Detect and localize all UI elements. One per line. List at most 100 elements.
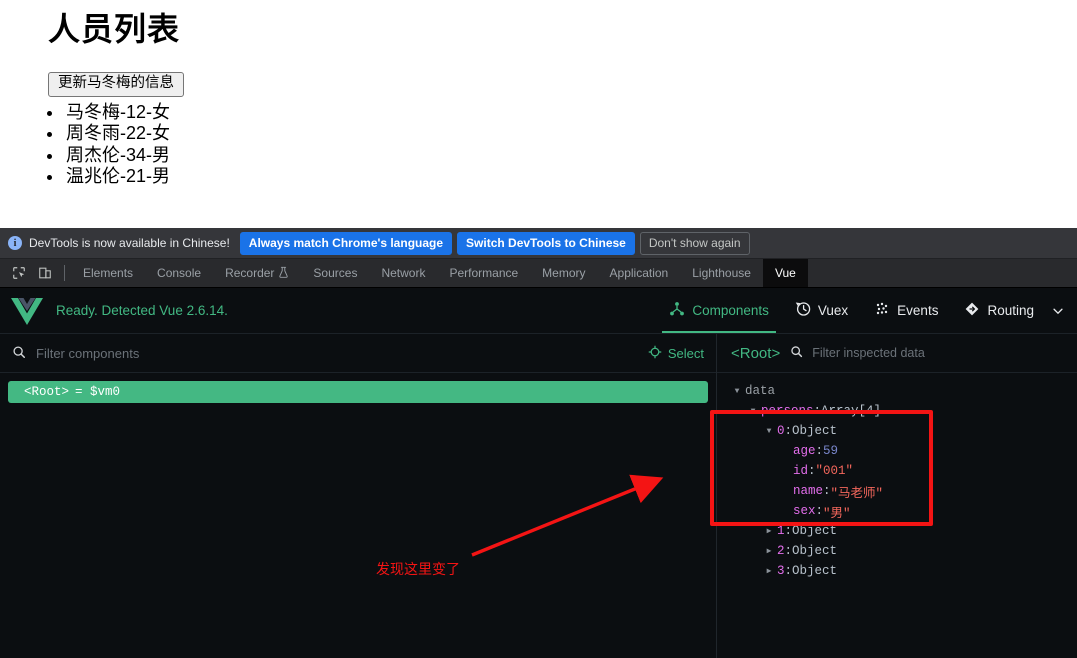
data-tree-value: 59 <box>823 444 839 458</box>
chevron-right-icon[interactable]: ▶ <box>763 546 775 556</box>
data-tree-key: 1 <box>777 524 785 538</box>
chevron-right-icon[interactable]: ▶ <box>763 566 775 576</box>
vue-nav-events[interactable]: Events <box>861 288 951 333</box>
tab-sources[interactable]: Sources <box>301 259 369 287</box>
vue-nav-components[interactable]: Components <box>656 288 782 333</box>
chevron-down-icon[interactable]: ▼ <box>731 387 743 396</box>
components-panel: Select <Root> = $vm0 <box>0 334 717 658</box>
chevron-right-icon[interactable]: ▶ <box>763 526 775 536</box>
device-toolbar-icon[interactable] <box>34 263 56 283</box>
tab-label: Recorder <box>225 266 275 280</box>
vue-status-text: Ready. Detected Vue 2.6.14. <box>56 303 228 318</box>
inspected-component-name: <Root> <box>731 344 781 362</box>
data-tree-row[interactable]: ▼id: "001" <box>717 461 1077 481</box>
vue-nav-label: Vuex <box>817 303 849 318</box>
component-tree: <Root> = $vm0 <box>0 373 716 658</box>
tab-label: Memory <box>542 266 586 280</box>
select-component-button[interactable]: Select <box>648 345 704 362</box>
data-tree-value: "马老师" <box>830 486 884 501</box>
devtools-tab-bar: Elements Console Recorder Sources Networ… <box>0 259 1077 288</box>
data-tree-row[interactable]: ▼ persons: Array[4] <box>717 401 1077 421</box>
chevron-down-icon[interactable]: ▼ <box>763 427 775 436</box>
data-tree-key: 0 <box>777 424 785 438</box>
chevron-down-icon[interactable]: ▼ <box>747 407 759 416</box>
person-list: 马冬梅-12-女 周冬雨-22-女 周杰伦-34-男 温兆伦-21-男 <box>64 102 1077 188</box>
banner-message: DevTools is now available in Chinese! <box>29 236 230 250</box>
data-tree-separator: : <box>823 484 831 498</box>
tab-performance[interactable]: Performance <box>437 259 530 287</box>
filter-inspected-data-input[interactable] <box>812 346 1065 360</box>
data-tree-row[interactable]: ▼ 0: Object <box>717 421 1077 441</box>
tab-label: Vue <box>774 266 796 280</box>
inspect-element-icon[interactable] <box>8 263 30 283</box>
data-tree-value: Array[4] <box>821 404 882 418</box>
update-person-button[interactable]: 更新马冬梅的信息 <box>48 72 184 97</box>
inspector-panel: <Root> ▼data▼persons: Array[4]▼0: Object… <box>717 334 1077 658</box>
tab-console[interactable]: Console <box>145 259 213 287</box>
vue-devtools-body: Select <Root> = $vm0 <Root> <box>0 334 1077 658</box>
data-tree-row[interactable]: ▼age: 59 <box>717 441 1077 461</box>
tab-recorder[interactable]: Recorder <box>213 259 301 287</box>
data-tree-row[interactable]: ▼sex: "男" <box>717 501 1077 521</box>
data-tree-key: 3 <box>777 564 785 578</box>
data-tree-row[interactable]: ▼name: "马老师" <box>717 481 1077 501</box>
tab-label: Application <box>609 266 669 280</box>
tab-elements[interactable]: Elements <box>71 259 145 287</box>
history-clock-icon <box>795 301 811 320</box>
vue-nav-routing[interactable]: Routing <box>951 288 1047 333</box>
vue-logo <box>10 296 44 326</box>
data-tree-value: "男" <box>823 506 851 521</box>
devtools-tool-icons <box>0 259 62 287</box>
data-tree-separator: : <box>784 564 793 578</box>
always-match-language-button[interactable]: Always match Chrome's language <box>239 231 453 255</box>
tab-vue[interactable]: Vue <box>762 259 808 287</box>
tab-label: Sources <box>313 266 358 280</box>
vue-nav-label: Events <box>897 303 939 318</box>
target-crosshair-icon <box>648 345 662 362</box>
devtools-language-banner: i DevTools is now available in Chinese! … <box>0 228 1077 259</box>
data-tree-separator: : <box>815 504 824 518</box>
data-tree-separator: : <box>813 404 822 418</box>
list-item: 周杰伦-34-男 <box>64 145 1077 167</box>
toolbar-divider <box>64 265 65 281</box>
vue-nav: Components Vuex Events Routing <box>656 288 1077 333</box>
dont-show-again-button[interactable]: Don't show again <box>639 231 750 255</box>
tab-lighthouse[interactable]: Lighthouse <box>680 259 763 287</box>
data-tree-value: Object <box>792 564 838 578</box>
data-tree-key: sex <box>793 504 816 518</box>
tab-label: Lighthouse <box>692 266 751 280</box>
tree-node-root[interactable]: <Root> = $vm0 <box>8 381 708 403</box>
data-tree-separator: : <box>784 424 793 438</box>
data-tree-row[interactable]: ▼ data <box>717 381 1077 401</box>
page-title: 人员列表 <box>48 11 181 47</box>
data-tree-value: Object <box>792 524 838 538</box>
data-tree-separator: : <box>815 444 824 458</box>
tab-memory[interactable]: Memory <box>530 259 597 287</box>
vue-nav-overflow-chevron-down-icon[interactable] <box>1047 288 1077 333</box>
data-tree-key: data <box>745 384 776 398</box>
switch-devtools-chinese-button[interactable]: Switch DevTools to Chinese <box>457 231 635 255</box>
search-icon <box>12 345 26 362</box>
data-tree-value: "001" <box>815 464 854 478</box>
tab-application[interactable]: Application <box>598 259 681 287</box>
data-tree-key: 2 <box>777 544 785 558</box>
tab-label: Elements <box>83 266 134 280</box>
data-tree-value: Object <box>792 544 838 558</box>
tab-network[interactable]: Network <box>369 259 437 287</box>
data-tree-value: Object <box>792 424 838 438</box>
vue-devtools-header: Ready. Detected Vue 2.6.14. Components V… <box>0 288 1077 334</box>
data-tree-row[interactable]: ▶ 2: Object <box>717 541 1077 561</box>
data-tree-key: persons <box>761 404 814 418</box>
data-tree-row[interactable]: ▶ 3: Object <box>717 561 1077 581</box>
browser-viewport: 人员列表 更新马冬梅的信息 马冬梅-12-女 周冬雨-22-女 周杰伦-34-男… <box>0 0 1077 228</box>
vue-nav-vuex[interactable]: Vuex <box>782 288 861 333</box>
flask-icon <box>278 266 289 281</box>
data-tree-row[interactable]: ▶ 1: Object <box>717 521 1077 541</box>
select-label: Select <box>667 345 704 361</box>
filter-components-input[interactable] <box>36 345 648 361</box>
components-icon <box>669 301 685 320</box>
routing-diamond-icon <box>964 301 980 320</box>
annotation-caption: 发现这里变了 <box>376 561 460 577</box>
events-dots-icon <box>874 301 890 320</box>
data-tree-key: age <box>793 444 816 458</box>
